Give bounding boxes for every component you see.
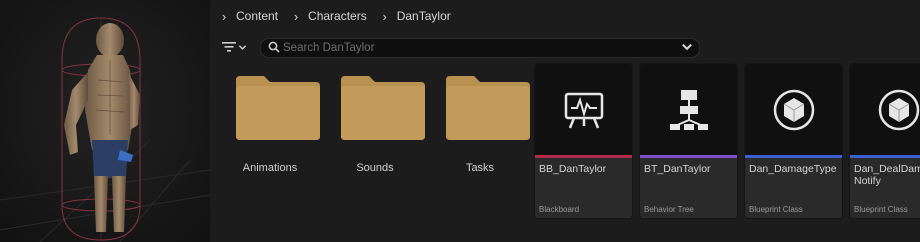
content-browser: › Content › Characters › DanTaylor Searc… [210, 0, 920, 242]
folder-label: Animations [242, 162, 298, 174]
folder-animations[interactable]: Animations [220, 62, 320, 222]
asset-name: BT_DanTaylor [644, 163, 711, 175]
asset-type: Blackboard [539, 205, 580, 214]
filter-button[interactable] [222, 38, 254, 56]
asset-thumbnail [850, 64, 920, 155]
search-box[interactable] [260, 38, 700, 58]
chevron-right-icon[interactable]: › [216, 9, 232, 24]
folder-tasks[interactable]: Tasks [430, 62, 530, 222]
blackboard-icon [564, 92, 603, 128]
asset-type-bar [745, 155, 842, 158]
folder-label: Sounds [356, 162, 394, 174]
chevron-down-icon [238, 44, 247, 50]
breadcrumb-item-content[interactable]: Content [232, 9, 282, 23]
chevron-right-icon[interactable]: › [288, 9, 304, 24]
folder-icon [236, 76, 320, 140]
chevron-right-icon[interactable]: › [377, 9, 393, 24]
breadcrumb-item-dantaylor[interactable]: DanTaylor [393, 9, 455, 23]
asset-type-bar [850, 155, 920, 158]
search-input[interactable] [283, 39, 663, 57]
toolbar [210, 32, 920, 62]
search-icon [268, 41, 280, 53]
blueprint-class-icon [878, 89, 919, 130]
behavior-tree-icon [669, 89, 708, 130]
asset-thumbnail [535, 64, 632, 155]
asset-tile-bb-dantaylor[interactable]: BB_DanTaylor Blackboard [535, 64, 632, 218]
asset-thumbnail [745, 64, 842, 155]
asset-type-bar [640, 155, 737, 158]
asset-thumbnail [640, 64, 737, 155]
asset-tile-dan-dealdamage-notify[interactable]: Dan_DealDama Notify Blueprint Class [850, 64, 920, 218]
folder-icon [446, 76, 530, 140]
asset-type: Behavior Tree [644, 205, 694, 214]
folder-sounds[interactable]: Sounds [325, 62, 425, 222]
breadcrumb-item-characters[interactable]: Characters [304, 9, 371, 23]
asset-type: Blueprint Class [749, 205, 803, 214]
filter-icon [222, 42, 236, 52]
character-preview [0, 0, 210, 242]
asset-tile-bt-dantaylor[interactable]: BT_DanTaylor Behavior Tree [640, 64, 737, 218]
search-options-icon[interactable] [681, 41, 693, 53]
viewport[interactable] [0, 0, 210, 242]
folder-icon [341, 76, 425, 140]
asset-name: Dan_DamageType [749, 163, 837, 175]
breadcrumb: › Content › Characters › DanTaylor [210, 0, 920, 32]
asset-type-bar [535, 155, 632, 158]
asset-grid: Animations Sounds Tasks BB_DanTaylor Bla… [210, 62, 920, 242]
asset-type: Blueprint Class [854, 205, 908, 214]
asset-tile-dan-damagetype[interactable]: Dan_DamageType Blueprint Class [745, 64, 842, 218]
folder-label: Tasks [465, 162, 495, 174]
asset-name: Dan_DealDama Notify [854, 163, 920, 187]
blueprint-class-icon [773, 89, 814, 130]
asset-name: BB_DanTaylor [539, 163, 607, 175]
